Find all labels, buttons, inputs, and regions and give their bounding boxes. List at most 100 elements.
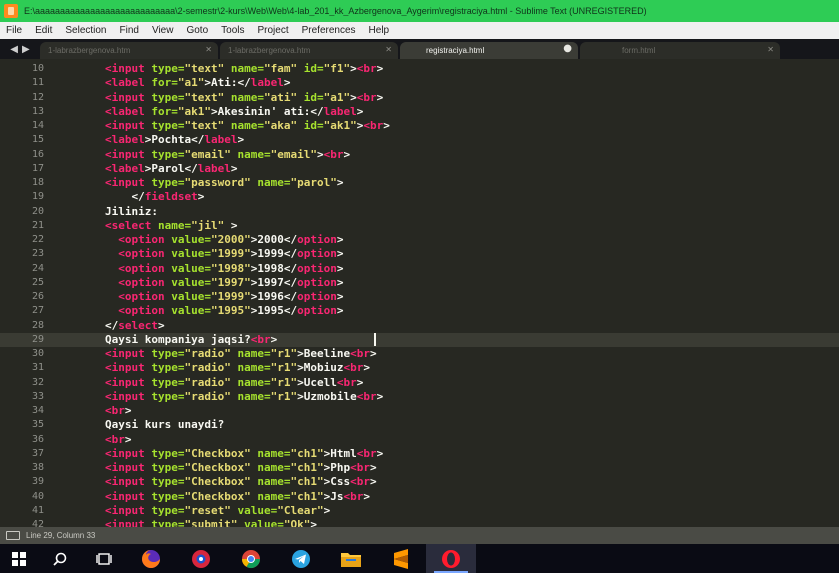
code-line[interactable]: 19 </fieldset> <box>0 190 839 204</box>
code-line[interactable]: 12 <input type="text" name="ati" id="a1">… <box>0 91 839 105</box>
code-token: >Mobiuz <box>297 361 344 375</box>
line-number: 19 <box>31 191 44 203</box>
line-number: 41 <box>31 504 44 516</box>
code-token: "password" <box>184 176 251 189</box>
file-explorer-icon[interactable] <box>326 544 376 573</box>
line-number: 31 <box>31 362 44 374</box>
code-token: <label <box>105 133 145 147</box>
code-token: > <box>363 361 370 375</box>
code-editor[interactable]: 10 <input type="text" name="fam" id="f1">… <box>0 59 839 531</box>
code-line[interactable]: 34 <br> <box>0 404 839 418</box>
code-line[interactable]: 26 <option value="1999">1996</option> <box>0 290 839 304</box>
menu-selection[interactable]: Selection <box>65 25 106 36</box>
menu-tools[interactable]: Tools <box>221 25 244 36</box>
code-line[interactable]: 31 <input type="radio" name="r1">Mobiuz<b… <box>0 361 839 375</box>
code-line[interactable]: 10 <input type="text" name="fam" id="f1">… <box>0 62 839 76</box>
task-view-icon[interactable] <box>82 544 126 573</box>
code-token: <option <box>118 233 165 246</box>
opera-icon[interactable] <box>426 544 476 573</box>
telegram-icon[interactable] <box>276 544 326 573</box>
code-text: <label>Pochta</label> <box>105 133 244 147</box>
code-text: <input type="Checkbox" name="ch1">Html<b… <box>105 447 383 461</box>
code-token: > <box>369 461 377 474</box>
code-line[interactable]: 27 <option value="1995">1995</option> <box>0 304 839 318</box>
code-line[interactable]: 17 <label>Parol</label> <box>0 162 839 176</box>
arrow-right-icon[interactable]: ▶ <box>22 44 30 55</box>
menu-file[interactable]: File <box>6 25 22 36</box>
code-token: > <box>350 90 357 104</box>
code-line[interactable]: 30 <input type="radio" name="r1">Beeline<… <box>0 347 839 361</box>
code-token: <br <box>350 475 370 489</box>
firefox-icon[interactable] <box>126 544 176 573</box>
tab-file-1[interactable]: 1-labrazbergenova.htm ✕ <box>40 42 218 59</box>
menu-edit[interactable]: Edit <box>35 25 52 36</box>
menu-help[interactable]: Help <box>369 25 390 36</box>
close-icon[interactable]: ✕ <box>385 45 392 54</box>
tab-scroll-arrows[interactable]: ◀ ▶ <box>0 39 40 59</box>
line-number: 38 <box>31 462 44 473</box>
dirty-dot-icon[interactable]: ● <box>563 43 572 54</box>
close-icon[interactable]: ✕ <box>767 45 774 54</box>
code-token: Qaysi kurs unaydi? <box>105 418 225 432</box>
windows-start-icon[interactable] <box>0 544 38 573</box>
menu-preferences[interactable]: Preferences <box>302 25 356 36</box>
code-token: type= <box>144 446 185 460</box>
code-token: <input <box>105 119 145 132</box>
sublime-text-icon[interactable] <box>376 544 426 573</box>
menu-view[interactable]: View <box>152 25 174 36</box>
line-number: 18 <box>31 177 44 188</box>
line-number: 35 <box>31 419 44 431</box>
code-token: > <box>323 503 331 517</box>
code-line[interactable]: 41 <input type="reset" value="Clear"> <box>0 504 839 518</box>
code-line[interactable]: 11 <label for="a1">Ati:</label> <box>0 76 839 90</box>
tab-file-4[interactable]: form.html ✕ <box>580 42 780 59</box>
code-line[interactable]: 36 <br> <box>0 433 839 447</box>
code-line[interactable]: 37 <input type="Checkbox" name="ch1">Html… <box>0 447 839 461</box>
search-icon[interactable] <box>38 544 82 573</box>
code-token: >Css <box>323 475 351 489</box>
code-line[interactable]: 21 <select name="jil" > <box>0 219 839 233</box>
code-line[interactable]: 24 <option value="1998">1998</option> <box>0 262 839 276</box>
code-line[interactable]: 40 <input type="Checkbox" name="ch1">Js<b… <box>0 490 839 504</box>
code-line[interactable]: 25 <option value="1997">1997</option> <box>0 276 839 290</box>
close-icon[interactable]: ✕ <box>205 45 212 54</box>
panel-toggle-icon[interactable] <box>6 531 20 540</box>
code-token: <option <box>118 247 165 261</box>
code-line[interactable]: 38 <input type="Checkbox" name="ch1">Php<… <box>0 461 839 475</box>
code-line[interactable]: 16 <input type="email" name="email"><br> <box>0 148 839 162</box>
code-token: name= <box>224 119 264 132</box>
tab-registraciya[interactable]: registraciya.html ● <box>400 42 578 59</box>
yandex-browser-icon[interactable] <box>176 544 226 573</box>
code-token: <option <box>118 261 165 275</box>
code-token: type= <box>144 62 185 75</box>
code-token: "Clear" <box>277 503 324 517</box>
code-line[interactable]: 22 <option value="2000">2000</option> <box>0 233 839 247</box>
code-line[interactable]: 18 <input type="password" name="parol"> <box>0 176 839 190</box>
menu-find[interactable]: Find <box>120 25 139 36</box>
code-token: > <box>336 275 344 289</box>
code-line[interactable]: 28 </select> <box>0 319 839 333</box>
code-line[interactable]: 20 Jiliniz: <box>0 205 839 219</box>
code-line[interactable]: 35 Qaysi kurs unaydi? <box>0 418 839 432</box>
code-line[interactable]: 13 <label for="ak1">Akesinin' ati:</label… <box>0 105 839 119</box>
menu-project[interactable]: Project <box>258 25 289 36</box>
code-line[interactable]: 33 <input type="radio" name="r1">Uzmobile… <box>0 390 839 404</box>
chrome-icon[interactable] <box>226 544 276 573</box>
line-number: 11 <box>31 77 44 89</box>
code-line[interactable]: 14 <input type="text" name="aka" id="ak1"… <box>0 119 839 133</box>
code-token: "email" <box>270 147 317 161</box>
code-token: <br <box>350 461 370 474</box>
arrow-left-icon[interactable]: ◀ <box>10 44 18 55</box>
code-token: "radio" <box>184 347 231 360</box>
code-token: <input <box>105 147 145 161</box>
code-line[interactable]: 32 <input type="radio" name="r1">Ucell<br… <box>0 376 839 390</box>
code-line[interactable]: 15 <label>Pochta</label> <box>0 133 839 147</box>
code-line[interactable]: 23 <option value="1999">1999</option> <box>0 247 839 261</box>
code-text: <input type="Checkbox" name="ch1">Css<br… <box>105 475 377 489</box>
code-line[interactable]: 39 <input type="Checkbox" name="ch1">Css<… <box>0 475 839 489</box>
code-line[interactable]: 29 Qaysi kompaniya jaqsi?<br> <box>0 332 839 347</box>
menu-goto[interactable]: Goto <box>186 25 208 36</box>
tab-file-2[interactable]: 1-labrazbergenova.htm ✕ <box>220 42 398 59</box>
